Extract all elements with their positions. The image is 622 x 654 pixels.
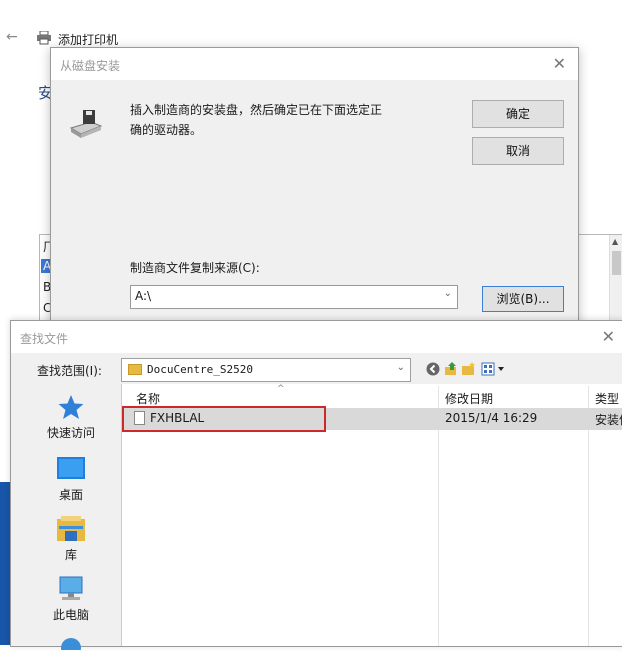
column-header-type[interactable]: 类型 (595, 390, 619, 407)
place-label: 此电脑 (52, 608, 89, 622)
dialog-titlebar: 查找文件 ✕ (11, 321, 622, 353)
setup-file-icon (134, 411, 145, 425)
scroll-thumb[interactable] (612, 251, 621, 275)
back-arrow-icon[interactable]: ← (6, 29, 18, 45)
disk-drive-icon (69, 110, 103, 138)
background-window-edge (0, 482, 10, 645)
cancel-button[interactable]: 取消 (472, 137, 564, 165)
chevron-down-icon[interactable]: ⌄ (444, 288, 452, 299)
look-in-label: 查找范围(I): (37, 364, 102, 378)
list-scrollbar[interactable]: ▲ (609, 235, 622, 323)
close-icon[interactable]: ✕ (553, 54, 566, 73)
printer-icon (37, 31, 51, 45)
close-icon[interactable]: ✕ (602, 327, 615, 346)
browse-button[interactable]: 浏览(B)... (482, 286, 564, 312)
place-network[interactable] (21, 636, 121, 654)
computer-icon (59, 576, 83, 600)
column-header-name[interactable]: 名称 (136, 390, 160, 407)
new-folder-icon[interactable] (461, 361, 477, 377)
desktop-icon (57, 457, 85, 479)
wizard-title: 添加打印机 (58, 33, 119, 47)
look-in-combobox[interactable]: DocuCentre_S2520 ⌄ (121, 358, 411, 382)
file-type: 安装信 (595, 413, 622, 427)
look-in-value: DocuCentre_S2520 (147, 363, 253, 376)
table-row[interactable]: FXHBLAL 2015/1/4 16:29 安装信 (122, 406, 622, 432)
folder-icon (128, 364, 142, 375)
scroll-up-icon[interactable]: ▲ (612, 237, 618, 246)
ok-button[interactable]: 确定 (472, 100, 564, 128)
library-icon (57, 516, 85, 541)
column-header-date[interactable]: 修改日期 (445, 390, 493, 407)
dialog-title: 查找文件 (20, 332, 69, 346)
find-file-dialog: 查找文件 ✕ 查找范围(I): DocuCentre_S2520 ⌄ 快速访问 (10, 320, 622, 650)
place-label: 快速访问 (46, 426, 95, 440)
view-menu-icon[interactable] (481, 361, 507, 377)
dialog-message: 插入制造商的安装盘，然后确定已在下面选定正确的驱动器。 (130, 103, 383, 137)
dialog-titlebar: 从磁盘安装 ✕ (51, 48, 578, 80)
install-from-disk-dialog: 从磁盘安装 ✕ 插入制造商的安装盘，然后确定已在下面选定正确的驱动器。 确定 取… (50, 47, 579, 329)
up-folder-icon[interactable] (443, 361, 459, 377)
place-this-pc[interactable]: 此电脑 (21, 576, 121, 623)
chevron-down-icon[interactable]: ⌄ (397, 362, 405, 373)
place-label: 桌面 (58, 488, 83, 502)
copy-source-value: A:\ (135, 289, 152, 303)
dialog-title: 从磁盘安装 (60, 59, 121, 73)
back-icon[interactable] (425, 361, 441, 377)
place-library[interactable]: 库 (21, 516, 121, 563)
file-name[interactable]: FXHBLAL (150, 411, 204, 425)
place-label: 库 (64, 548, 77, 562)
copy-source-label: 制造商文件复制来源(C): (130, 261, 260, 275)
place-quick-access[interactable]: 快速访问 (21, 394, 121, 441)
file-date: 2015/1/4 16:29 (445, 411, 538, 425)
star-icon (58, 395, 84, 419)
place-desktop[interactable]: 桌面 (21, 456, 121, 503)
places-bar: 快速访问 桌面 库 此电脑 (21, 384, 121, 650)
sort-ascending-icon: ^ (277, 384, 285, 394)
copy-source-combobox[interactable]: A:\ ⌄ (130, 285, 458, 309)
network-icon (61, 638, 81, 650)
file-list[interactable]: ^ 名称 修改日期 类型 FXHBLAL 2015/1/4 16:29 安装信 (121, 384, 622, 646)
